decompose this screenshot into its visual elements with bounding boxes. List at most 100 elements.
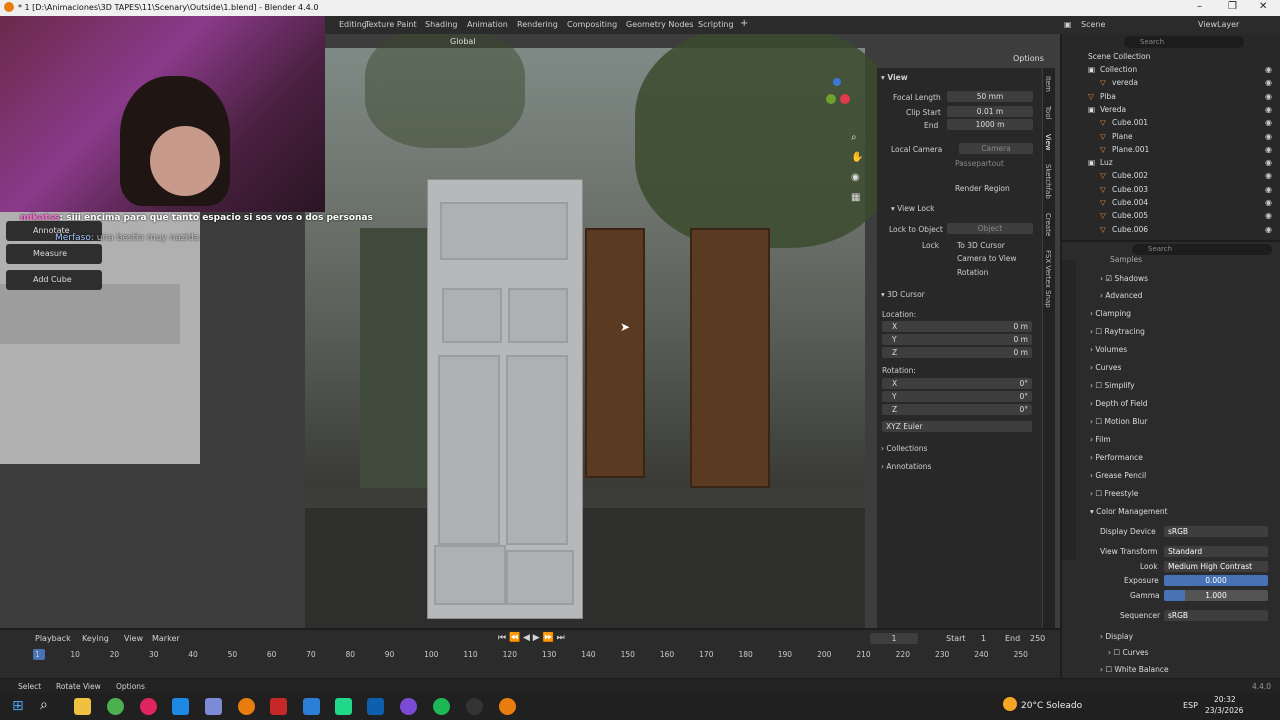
maximize-icon[interactable]: ❐ xyxy=(1228,1,1237,12)
white-balance-panel[interactable]: › ☐ White Balance xyxy=(1100,665,1169,674)
scene-name[interactable]: Scene xyxy=(1081,20,1105,29)
visibility-eye-icon[interactable]: ◉ xyxy=(1265,105,1272,114)
options-dropdown[interactable]: Options xyxy=(1013,54,1044,63)
visibility-eye-icon[interactable]: ◉ xyxy=(1265,132,1272,141)
clock-date[interactable]: 23/3/2026 xyxy=(1205,706,1243,715)
lock-object-field[interactable]: Object xyxy=(947,223,1033,234)
tab-editing[interactable]: Editing xyxy=(339,20,367,29)
close-icon[interactable]: ✕ xyxy=(1259,1,1267,12)
passepartout-checkbox[interactable]: Passepartout xyxy=(955,159,1004,168)
tab-view[interactable]: View xyxy=(1044,134,1052,151)
performance-panel[interactable]: › Performance xyxy=(1090,453,1143,462)
view-lock-header[interactable]: ▾ View Lock xyxy=(891,204,934,213)
gizmo-y-axis-icon[interactable] xyxy=(826,94,836,104)
tab-create[interactable]: Create xyxy=(1044,213,1052,236)
view-panel-header[interactable]: ▾ View xyxy=(881,73,908,82)
curves-panel[interactable]: › Curves xyxy=(1090,363,1121,372)
collections-header[interactable]: › Collections xyxy=(881,444,927,453)
outliner-row[interactable]: ▣ Collection ◉ xyxy=(1062,65,1280,78)
tab-tool[interactable]: Tool xyxy=(1044,106,1052,120)
visibility-eye-icon[interactable]: ◉ xyxy=(1265,145,1272,154)
shadows-panel[interactable]: › ☑ Shadows xyxy=(1100,274,1148,283)
chrome-icon[interactable] xyxy=(107,698,124,715)
visibility-eye-icon[interactable]: ◉ xyxy=(1265,171,1272,180)
tool-add-cube[interactable]: Add Cube xyxy=(6,270,102,290)
vscode-icon[interactable] xyxy=(367,698,384,715)
outliner-search-input[interactable]: Search xyxy=(1124,36,1244,48)
tab-compositing[interactable]: Compositing xyxy=(567,20,617,29)
spotify-icon[interactable] xyxy=(433,698,450,715)
tab-rendering[interactable]: Rendering xyxy=(517,20,558,29)
visibility-eye-icon[interactable]: ◉ xyxy=(1265,198,1272,207)
weather-text[interactable]: 20°C Soleado xyxy=(1021,701,1082,711)
outliner-row[interactable]: ▣ Luz ◉ xyxy=(1062,158,1280,171)
app-icon-2[interactable] xyxy=(400,698,417,715)
outliner-row[interactable]: ▽ Cube.002 ◉ xyxy=(1062,171,1280,184)
minimize-icon[interactable]: – xyxy=(1197,1,1202,12)
film-panel[interactable]: › Film xyxy=(1090,435,1111,444)
visibility-eye-icon[interactable]: ◉ xyxy=(1265,185,1272,194)
properties-search-input[interactable]: Search xyxy=(1132,244,1272,255)
rotation-z-field[interactable]: Z 0° xyxy=(882,404,1032,415)
start-field[interactable]: 1 xyxy=(981,634,986,643)
photoshop-icon[interactable] xyxy=(303,698,320,715)
location-z-field[interactable]: Z0 m xyxy=(882,347,1032,358)
visibility-eye-icon[interactable]: ◉ xyxy=(1265,65,1272,74)
rotation-x-field[interactable]: X 0° xyxy=(882,378,1032,389)
camera-view-icon[interactable]: ◉ xyxy=(851,172,860,183)
opera-icon[interactable] xyxy=(140,698,157,715)
view-menu[interactable]: View xyxy=(124,634,143,643)
outliner-row[interactable]: ▽ Plane ◉ xyxy=(1062,132,1280,145)
local-camera-field[interactable]: Camera xyxy=(959,143,1033,154)
gamma-slider[interactable]: 1.000 xyxy=(1164,590,1268,601)
blender-taskbar-icon[interactable] xyxy=(238,698,255,715)
obs-icon[interactable] xyxy=(466,698,483,715)
location-y-field[interactable]: Y0 m xyxy=(882,334,1032,345)
outliner-row[interactable]: ▽ Piba ◉ xyxy=(1062,92,1280,105)
grid-view-icon[interactable]: ▦ xyxy=(851,192,860,203)
view-layer-name[interactable]: ViewLayer xyxy=(1198,20,1239,29)
visibility-eye-icon[interactable]: ◉ xyxy=(1265,78,1272,87)
rotation-y-field[interactable]: Y 0° xyxy=(882,391,1032,402)
pycharm-icon[interactable] xyxy=(335,698,352,715)
camera-to-view-checkbox[interactable]: Camera to View xyxy=(957,254,1017,263)
annotations-header[interactable]: › Annotations xyxy=(881,462,931,471)
advanced-panel[interactable]: › Advanced xyxy=(1100,291,1142,300)
motion-blur-panel[interactable]: › ☐ Motion Blur xyxy=(1090,417,1147,426)
3d-cursor-header[interactable]: ▾ 3D Cursor xyxy=(881,290,925,299)
clip-start-field[interactable]: 0.01 m xyxy=(947,106,1033,117)
tab-fsx-vertex-snap[interactable]: FSX Vertex Snap xyxy=(1044,250,1052,308)
visibility-eye-icon[interactable]: ◉ xyxy=(1265,92,1272,101)
sequencer-select[interactable]: sRGB xyxy=(1164,610,1268,621)
outliner-row[interactable]: ▽ Plane.001 ◉ xyxy=(1062,145,1280,158)
add-workspace-icon[interactable]: + xyxy=(740,18,748,29)
tab-shading[interactable]: Shading xyxy=(425,20,458,29)
clock-time[interactable]: 20:32 xyxy=(1214,695,1236,704)
end-field[interactable]: 250 xyxy=(1030,634,1045,643)
marker-menu[interactable]: Marker xyxy=(152,634,180,643)
focal-length-field[interactable]: 50 mm xyxy=(947,91,1033,102)
tab-geometry-nodes[interactable]: Geometry Nodes xyxy=(626,20,693,29)
visibility-eye-icon[interactable]: ◉ xyxy=(1265,211,1272,220)
outliner-row[interactable]: ▽ Cube.003 ◉ xyxy=(1062,185,1280,198)
keying-menu[interactable]: Keying xyxy=(82,634,109,643)
search-icon[interactable]: ⌕ xyxy=(40,697,48,713)
outliner-row[interactable]: ▽ Cube.006 ◉ xyxy=(1062,225,1280,238)
playback-controls[interactable]: ⏮ ⏪ ◀ ▶ ⏩ ⏭ xyxy=(498,633,565,643)
clip-end-field[interactable]: 1000 m xyxy=(947,119,1033,130)
depth-of-field-panel[interactable]: › Depth of Field xyxy=(1090,399,1148,408)
rotation-lock-checkbox[interactable]: Rotation xyxy=(957,268,988,277)
gizmo-x-axis-icon[interactable] xyxy=(840,94,850,104)
visibility-eye-icon[interactable]: ◉ xyxy=(1265,118,1272,127)
outliner-root[interactable]: Scene Collection xyxy=(1062,52,1280,65)
current-frame-field[interactable]: 1 xyxy=(870,633,918,644)
outliner-row[interactable]: ▣ Vereda ◉ xyxy=(1062,105,1280,118)
color-management-panel[interactable]: ▾ Color Management xyxy=(1090,507,1168,516)
curves-subpanel[interactable]: › ☐ Curves xyxy=(1108,648,1149,657)
language-indicator[interactable]: ESP xyxy=(1183,701,1198,710)
tab-animation[interactable]: Animation xyxy=(467,20,508,29)
app-icon[interactable] xyxy=(205,698,222,715)
simplify-panel[interactable]: › ☐ Simplify xyxy=(1090,381,1135,390)
outliner-row[interactable]: ▽ vereda ◉ xyxy=(1062,78,1280,91)
outliner-row[interactable]: ▽ Cube.004 ◉ xyxy=(1062,198,1280,211)
